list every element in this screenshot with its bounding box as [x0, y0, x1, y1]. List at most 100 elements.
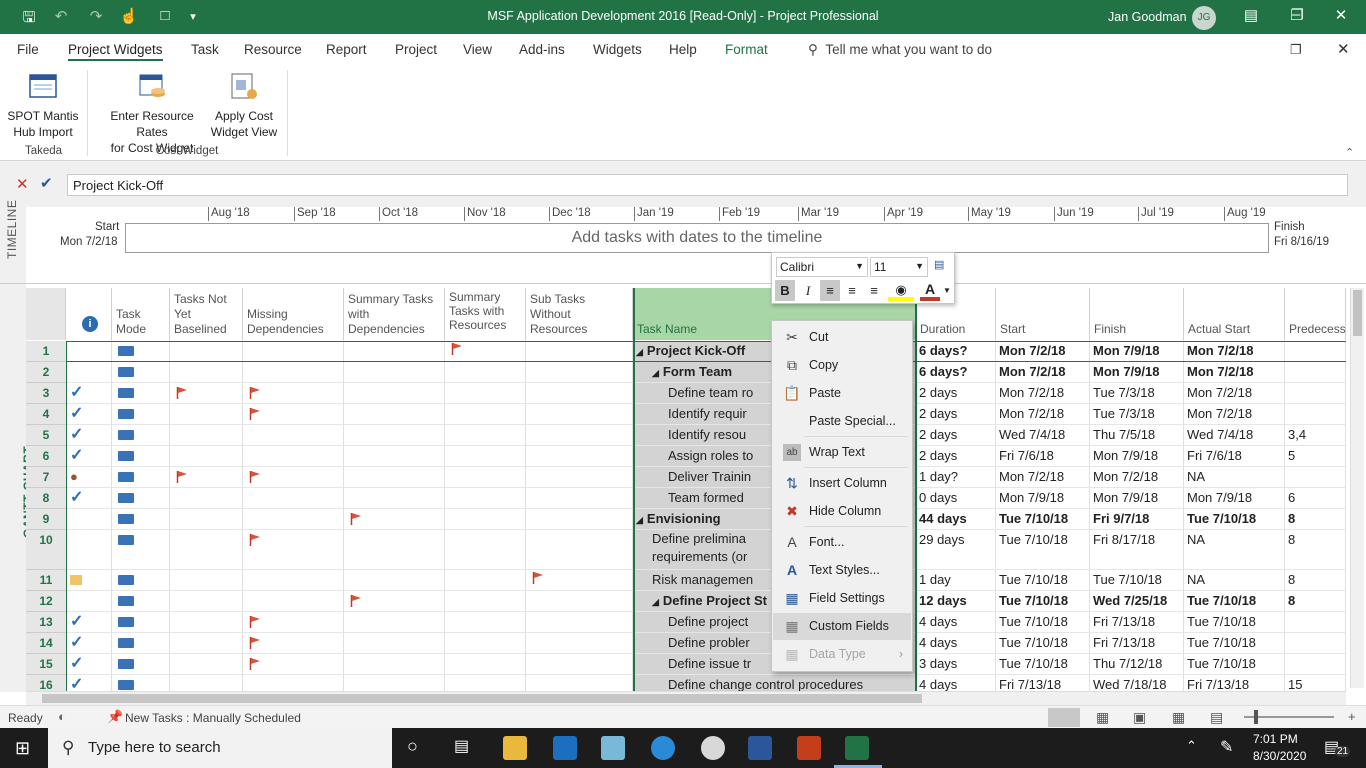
row-id[interactable]: 2	[26, 362, 66, 383]
row-id[interactable]: 3	[26, 383, 66, 404]
gantt-view-button[interactable]	[1048, 708, 1080, 727]
tab-format[interactable]: Format	[725, 42, 768, 57]
start-cell[interactable]: Tue 7/10/18	[996, 570, 1090, 591]
start-cell[interactable]: Mon 7/2/18	[996, 404, 1090, 425]
column-header-not-baselined[interactable]: Tasks Not Yet Baselined	[170, 288, 243, 340]
column-header-indicators[interactable]: i	[66, 288, 112, 340]
row-id[interactable]: 10	[26, 530, 66, 570]
start-cell[interactable]: Tue 7/10/18	[996, 591, 1090, 612]
duration-cell[interactable]: 0 days	[916, 488, 996, 509]
windows-start-icon[interactable]: ⊞	[15, 738, 30, 759]
table-row[interactable]: 1 ◢ Project Kick-Off 6 days? Mon 7/2/18 Mon 7…	[26, 341, 1346, 362]
start-cell[interactable]: Tue 7/10/18	[996, 612, 1090, 633]
column-header-finish[interactable]: Finish	[1090, 288, 1184, 340]
menu-insert-column[interactable]: ⇅ Insert Column	[773, 470, 911, 497]
actual-start-cell[interactable]: Mon 7/2/18	[1184, 383, 1285, 404]
duration-cell[interactable]: 44 days	[916, 509, 996, 530]
entry-field[interactable]: Project Kick-Off	[67, 174, 1348, 196]
finish-cell[interactable]: Wed 7/25/18	[1090, 591, 1184, 612]
close-doc-icon[interactable]: ✕	[1337, 40, 1350, 58]
predecessors-cell[interactable]	[1285, 612, 1346, 633]
hscroll-thumb[interactable]	[42, 694, 922, 703]
powerpoint-icon[interactable]	[797, 736, 821, 760]
actual-start-cell[interactable]: Mon 7/9/18	[1184, 488, 1285, 509]
task-mode-cell[interactable]	[112, 446, 170, 467]
chevron-down-icon[interactable]: ▼	[943, 286, 951, 295]
tab-view[interactable]: View	[463, 42, 492, 57]
finish-cell[interactable]: Mon 7/9/18	[1090, 362, 1184, 383]
predecessors-cell[interactable]	[1285, 404, 1346, 425]
finish-cell[interactable]: Tue 7/3/18	[1090, 383, 1184, 404]
column-header-summary-res[interactable]: Summary Tasks with Resources	[445, 288, 526, 340]
finish-cell[interactable]: Tue 7/10/18	[1090, 570, 1184, 591]
start-cell[interactable]: Wed 7/4/18	[996, 425, 1090, 446]
column-header-task-mode[interactable]: Task Mode	[112, 288, 170, 340]
task-mode-cell[interactable]	[112, 654, 170, 675]
finish-cell[interactable]: Tue 7/3/18	[1090, 404, 1184, 425]
task-usage-icon[interactable]: ▦	[1096, 709, 1109, 726]
column-header-sub-tasks[interactable]: Sub Tasks Without Resources	[526, 288, 633, 340]
finish-cell[interactable]: Thu 7/12/18	[1090, 654, 1184, 675]
table-row[interactable]: 7 ● Deliver Trainin 1 day? Mon 7/2/18 Mon 7/2…	[26, 467, 1346, 488]
task-mode-cell[interactable]	[112, 341, 170, 362]
duration-cell[interactable]: 2 days	[916, 446, 996, 467]
collapse-toggle-icon[interactable]: ◢	[652, 368, 659, 378]
menu-font[interactable]: A Font...	[773, 529, 911, 556]
cortana-icon[interactable]: ○	[407, 736, 418, 757]
format-painter-icon[interactable]: ▤	[934, 258, 944, 271]
duration-cell[interactable]: 1 day	[916, 570, 996, 591]
duration-cell[interactable]: 1 day?	[916, 467, 996, 488]
menu-text-styles[interactable]: A Text Styles...	[773, 557, 911, 584]
menu-data-type[interactable]: ▦ Data Type ›	[773, 641, 911, 668]
actual-start-cell[interactable]: NA	[1184, 467, 1285, 488]
duration-cell[interactable]: 2 days	[916, 404, 996, 425]
fill-color-icon[interactable]: ◉	[888, 280, 914, 301]
duration-cell[interactable]: 6 days?	[916, 362, 996, 383]
row-id[interactable]: 6	[26, 446, 66, 467]
predecessors-cell[interactable]: 5	[1285, 446, 1346, 467]
table-row[interactable]: 5 ✓ Identify resou 2 days Wed 7/4/18 Thu 7/5/…	[26, 425, 1346, 446]
task-mode-cell[interactable]	[112, 633, 170, 654]
row-id[interactable]: 1	[26, 341, 66, 362]
actual-start-cell[interactable]: Tue 7/10/18	[1184, 509, 1285, 530]
menu-cut[interactable]: ✂ Cut	[773, 324, 911, 351]
row-id[interactable]: 4	[26, 404, 66, 425]
column-header-summary-deps[interactable]: Summary Tasks with Dependencies	[344, 288, 445, 340]
tab-resource[interactable]: Resource	[244, 42, 302, 57]
italic-button[interactable]: I	[798, 280, 818, 301]
align-right-icon[interactable]: ≡	[864, 280, 884, 301]
tell-me-search[interactable]: ⚲ Tell me what you want to do	[808, 42, 992, 58]
row-id[interactable]: 9	[26, 509, 66, 530]
collapse-toggle-icon[interactable]: ◢	[636, 515, 643, 525]
snipping-icon[interactable]	[701, 736, 725, 760]
predecessors-cell[interactable]	[1285, 362, 1346, 383]
avatar[interactable]: JG	[1192, 6, 1216, 30]
start-cell[interactable]: Mon 7/2/18	[996, 341, 1090, 362]
macro-icon[interactable]: ◐	[58, 709, 66, 724]
app-icon[interactable]	[601, 736, 625, 760]
start-cell[interactable]: Tue 7/10/18	[996, 633, 1090, 654]
table-row[interactable]: 11 Risk managemen 1 day Tue 7/10/18 Tue 7/10…	[26, 570, 1346, 591]
tab-task[interactable]: Task	[191, 42, 219, 57]
predecessors-cell[interactable]: 8	[1285, 530, 1346, 570]
actual-start-cell[interactable]: Mon 7/2/18	[1184, 341, 1285, 362]
column-header-start[interactable]: Start	[996, 288, 1090, 340]
row-id[interactable]: 8	[26, 488, 66, 509]
predecessors-cell[interactable]	[1285, 633, 1346, 654]
pin-icon[interactable]: 📌	[107, 709, 123, 725]
start-cell[interactable]: Mon 7/2/18	[996, 467, 1090, 488]
actual-start-cell[interactable]: Tue 7/10/18	[1184, 591, 1285, 612]
enter-resource-rates-button[interactable]: Enter Resource Rates for Cost Widget	[94, 72, 210, 156]
task-mode-cell[interactable]	[112, 467, 170, 488]
font-name-box[interactable]: Calibri ▼	[776, 257, 868, 277]
accept-entry-icon[interactable]: ✔	[40, 174, 53, 192]
outlook-icon[interactable]	[553, 736, 577, 760]
edge-icon[interactable]	[651, 736, 675, 760]
font-size-box[interactable]: 11 ▼	[870, 257, 928, 277]
finish-cell[interactable]: Mon 7/9/18	[1090, 341, 1184, 362]
row-id[interactable]: 13	[26, 612, 66, 633]
collapse-ribbon-icon[interactable]: ⌃	[1345, 146, 1354, 159]
font-color-button[interactable]: A	[920, 280, 940, 301]
table-row[interactable]: 9 ◢ Envisioning 44 days Tue 7/10/18 Fri 9/7/1…	[26, 509, 1346, 530]
duration-cell[interactable]: 2 days	[916, 425, 996, 446]
